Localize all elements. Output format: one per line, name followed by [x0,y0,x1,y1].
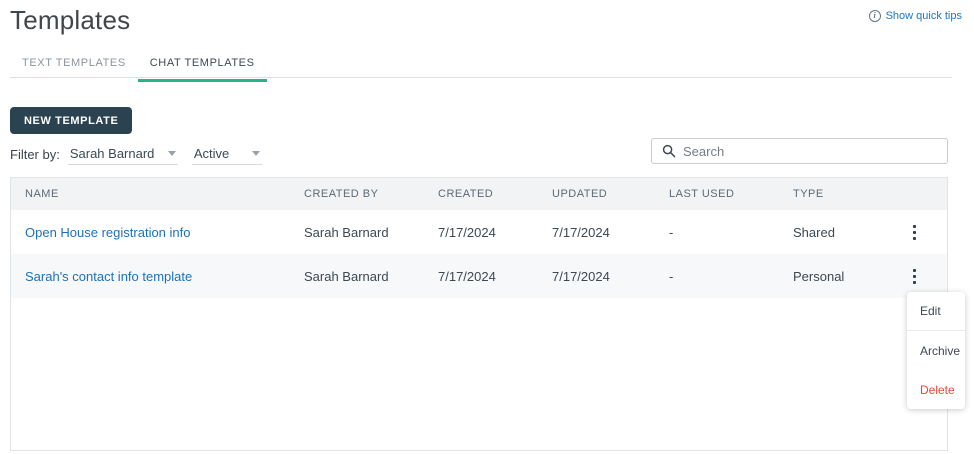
status-filter-dropdown[interactable]: Active [191,146,262,165]
status-filter-value: Active [193,146,230,161]
table-row: Open House registration info Sarah Barna… [11,210,947,254]
column-header-last-used: LAST USED [669,188,735,200]
column-header-created-by: CREATED BY [304,188,379,200]
row-actions-menu: Edit Archive Delete [907,292,965,409]
table-row: Sarah's contact info template Sarah Barn… [11,254,947,298]
column-header-name: NAME [25,188,59,200]
owner-filter-dropdown[interactable]: Sarah Barnard [67,146,178,165]
search-icon [662,144,676,158]
filter-by-label: Filter by: [10,147,60,162]
cell-last-used: - [669,224,674,240]
cell-created-by: Sarah Barnard [304,224,389,240]
template-name-link[interactable]: Open House registration info [25,225,304,240]
column-header-type: TYPE [793,188,824,200]
templates-table: NAME CREATED BY CREATED UPDATED LAST USE… [10,177,948,451]
tab-divider [10,77,952,78]
kebab-menu-icon[interactable] [903,219,925,245]
page-title: Templates [10,5,131,35]
tab-chat-templates[interactable]: CHAT TEMPLATES [137,57,267,82]
info-circle-icon: i [868,10,881,22]
column-header-updated: UPDATED [552,188,608,200]
show-quick-tips-link[interactable]: i Show quick tips [868,10,962,22]
chevron-down-icon [251,151,260,156]
table-header-row: NAME CREATED BY CREATED UPDATED LAST USE… [11,178,947,210]
search-box [651,138,948,164]
filter-bar: Filter by: Sarah Barnard Active [10,146,262,165]
chevron-down-icon [167,151,176,156]
kebab-menu-icon[interactable] [903,263,925,289]
menu-item-archive[interactable]: Archive [907,331,965,370]
show-quick-tips-label: Show quick tips [885,10,962,22]
search-input[interactable] [683,143,947,159]
templates-page: Templates i Show quick tips TEXT TEMPLAT… [0,0,974,454]
menu-item-edit[interactable]: Edit [907,292,965,331]
new-template-button[interactable]: NEW TEMPLATE [10,107,133,134]
tab-bar: TEXT TEMPLATES CHAT TEMPLATES [10,57,267,82]
menu-item-delete[interactable]: Delete [907,370,965,409]
cell-created-by: Sarah Barnard [304,268,389,284]
cell-created: 7/17/2024 [438,224,496,240]
cell-updated: 7/17/2024 [552,224,610,240]
owner-filter-value: Sarah Barnard [69,146,155,161]
cell-last-used: - [669,268,674,284]
cell-updated: 7/17/2024 [552,268,610,284]
template-name-link[interactable]: Sarah's contact info template [25,269,304,284]
cell-type: Shared [793,224,835,240]
cell-type: Personal [793,268,845,284]
tab-text-templates[interactable]: TEXT TEMPLATES [10,57,138,82]
cell-created: 7/17/2024 [438,268,496,284]
column-header-created: CREATED [438,188,494,200]
